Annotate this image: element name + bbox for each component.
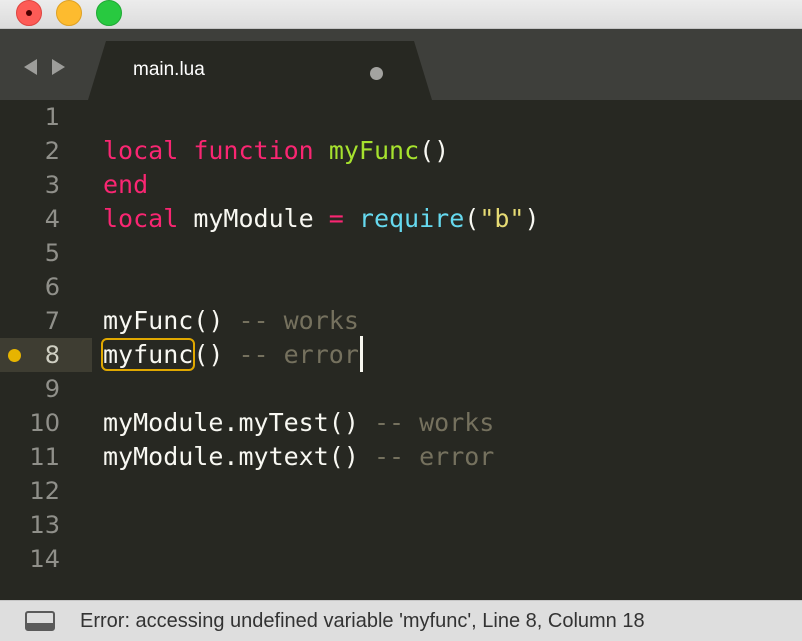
code-token: end: [103, 170, 149, 199]
code-token: (): [193, 340, 239, 369]
status-message: Error: accessing undefined variable 'myf…: [80, 610, 645, 632]
code-token: function: [193, 136, 314, 165]
text-cursor: [359, 336, 363, 372]
code-token: require: [358, 204, 465, 233]
code-line[interactable]: 12: [0, 474, 802, 508]
code-line[interactable]: 4 local myModule = require("b"): [0, 202, 802, 236]
maximize-window-button[interactable]: [96, 0, 122, 26]
code-line[interactable]: 2 local function myFunc(): [0, 134, 802, 168]
line-number: 3: [44, 171, 60, 199]
code-token: (: [464, 204, 480, 233]
line-number: 8: [44, 341, 60, 369]
code-text[interactable]: myModule.mytext() -- error: [103, 440, 494, 474]
code-token: myModule: [178, 204, 329, 233]
code-line[interactable]: 14: [0, 542, 802, 576]
code-editor[interactable]: 1 2 local function myFunc() 3 end 4 local myMo…: [0, 100, 802, 600]
status-bar: Error: accessing undefined variable 'myf…: [0, 600, 802, 641]
code-text[interactable]: end: [103, 168, 148, 202]
panel-icon[interactable]: [25, 611, 55, 631]
tab-bar: main.lua: [0, 29, 802, 100]
line-number: 6: [44, 273, 60, 301]
code-token: myFunc: [328, 136, 420, 165]
code-token: -- error: [238, 340, 359, 369]
code-line[interactable]: 8 myfunc() -- error: [0, 336, 802, 372]
close-window-button[interactable]: [16, 0, 42, 26]
code-token: -- error: [373, 442, 495, 471]
error-token: myfunc: [100, 338, 196, 371]
line-number: 10: [29, 409, 60, 437]
line-number: 14: [29, 545, 60, 573]
code-token: myModule.myTest(): [103, 408, 374, 437]
code-line[interactable]: 5: [0, 236, 802, 270]
line-number: 12: [29, 477, 60, 505]
line-number: 1: [44, 103, 60, 131]
code-token: ): [524, 204, 540, 233]
code-line[interactable]: 9: [0, 372, 802, 406]
minimize-window-button[interactable]: [56, 0, 82, 26]
line-number: 2: [44, 137, 60, 165]
code-line[interactable]: 11 myModule.mytext() -- error: [0, 440, 802, 474]
code-line[interactable]: 6: [0, 270, 802, 304]
line-number: 13: [29, 511, 60, 539]
code-text[interactable]: local function myFunc(): [103, 134, 449, 168]
code-token: myFunc(): [103, 306, 239, 335]
code-line[interactable]: 3 end: [0, 168, 802, 202]
code-text[interactable]: local myModule = require("b"): [103, 202, 540, 236]
code-token: (): [419, 136, 450, 165]
code-text[interactable]: myfunc() -- error: [100, 336, 363, 372]
triangle-right-icon[interactable]: [52, 59, 65, 75]
triangle-left-icon[interactable]: [24, 59, 37, 75]
code-line[interactable]: 13: [0, 508, 802, 542]
code-line[interactable]: 1: [0, 100, 802, 134]
line-number: 11: [29, 443, 60, 471]
code-line[interactable]: 10 myModule.myTest() -- works: [0, 406, 802, 440]
title-bar: [0, 0, 802, 29]
code-token: "b": [479, 204, 525, 233]
code-token: -- works: [373, 408, 495, 437]
code-text[interactable]: myFunc() -- works: [103, 304, 359, 338]
code-token: local: [103, 136, 179, 165]
line-number: 7: [44, 307, 60, 335]
code-token: -- works: [238, 306, 359, 335]
line-number: 5: [44, 239, 60, 267]
code-token: myModule.mytext(): [103, 442, 374, 471]
code-line[interactable]: 7 myFunc() -- works: [0, 304, 802, 338]
tab-title[interactable]: main.lua: [133, 59, 205, 81]
line-number: 4: [44, 205, 60, 233]
code-token: =: [328, 204, 344, 233]
unsaved-dot-icon[interactable]: [370, 67, 383, 80]
line-number: 9: [44, 375, 60, 403]
code-text[interactable]: myModule.myTest() -- works: [103, 406, 494, 440]
code-token: local: [103, 204, 179, 233]
